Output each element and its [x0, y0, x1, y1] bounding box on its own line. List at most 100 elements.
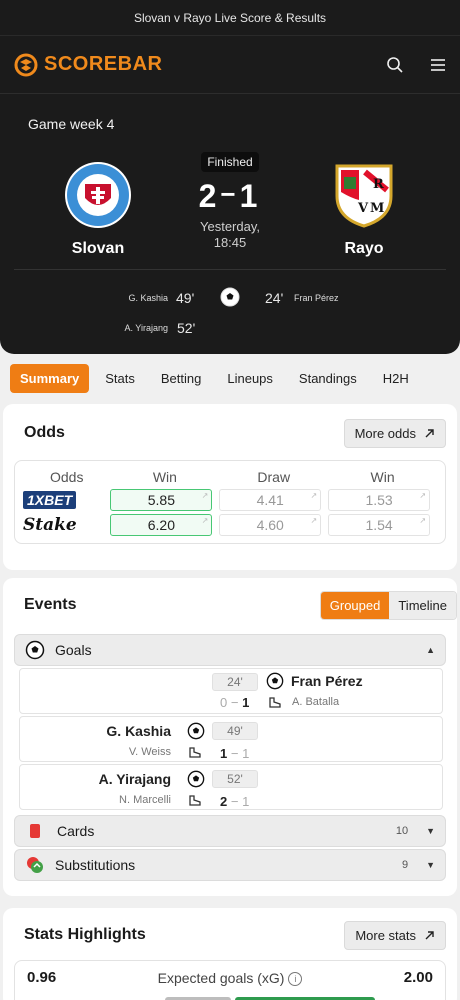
away-team[interactable]: R V M Rayo: [309, 160, 419, 258]
tab-standings[interactable]: Standings: [289, 364, 367, 393]
odds-header-draw: Draw: [257, 469, 291, 485]
score-display: 2−1: [170, 178, 290, 215]
event-minute: 52': [212, 770, 258, 788]
assist-player[interactable]: A. Batalla: [292, 696, 339, 708]
odds-header-bookmaker: Odds: [50, 469, 84, 485]
site-header: SCOREBAR: [0, 36, 460, 94]
external-link-icon: ↗: [310, 490, 318, 500]
assist-boot-icon: [189, 747, 201, 758]
chevron-down-icon: ▼: [426, 826, 435, 836]
home-scorer-1: G. Kashia: [128, 293, 168, 303]
odds-header-row: Odds Win Draw Win: [23, 467, 437, 487]
events-card: Events Grouped Timeline Goals ▲ 24' 0 − …: [3, 578, 457, 896]
substitution-icon: [27, 857, 43, 873]
external-link-icon: ↗: [201, 490, 209, 500]
kickoff-day: Yesterday,: [200, 219, 260, 234]
odds-cell[interactable]: 5.85 ↗: [110, 488, 213, 511]
external-link-icon: ↗: [419, 490, 427, 500]
bookmaker-1xbet[interactable]: 1XBET: [23, 490, 104, 509]
away-score: 1: [239, 178, 262, 214]
xg-stat-row: 0.96 Expected goals (xG) i 2.00: [14, 960, 446, 1000]
cards-count: 10: [395, 825, 409, 837]
odds-row: Stake 6.20 ↗ 4.60 ↗ 1.54 ↗: [23, 512, 437, 537]
goals-group-header[interactable]: Goals ▲: [14, 634, 446, 666]
event-score: 2 − 1: [220, 794, 249, 809]
tab-stats[interactable]: Stats: [95, 364, 145, 393]
more-stats-label: More stats: [355, 927, 416, 943]
odds-value: 4.41: [256, 491, 284, 508]
chevron-down-icon: ▼: [426, 860, 435, 870]
score-center: Finished 2−1 Yesterday, 18:45: [170, 152, 290, 251]
tab-summary[interactable]: Summary: [10, 363, 90, 393]
arrow-up-right-icon: [425, 930, 434, 939]
event-minute: 24': [212, 673, 258, 691]
tab-h2h[interactable]: H2H: [373, 364, 419, 393]
cards-group-header[interactable]: Cards 10 ▼: [14, 815, 446, 847]
odds-cell[interactable]: 1.53 ↗: [328, 488, 431, 511]
menu-icon[interactable]: [430, 58, 446, 72]
assist-boot-icon: [269, 697, 281, 708]
home-score: 2: [198, 178, 221, 214]
tab-lineups[interactable]: Lineups: [217, 364, 283, 393]
odds-cell[interactable]: 6.20 ↗: [110, 513, 213, 536]
events-view-toggle: Grouped Timeline: [319, 590, 457, 620]
goal-event-row: A. Yirajang 52' N. Marcelli 2 − 1: [19, 764, 443, 810]
assist-player[interactable]: V. Weiss: [129, 746, 171, 758]
goal-event-row: 24' 0 − 1 Fran Pérez A. Batalla: [19, 668, 443, 714]
odds-cell[interactable]: 1.54 ↗: [328, 513, 431, 536]
odds-value: 5.85: [147, 491, 175, 508]
odds-value: 4.60: [256, 516, 284, 533]
odds-cell[interactable]: 4.41 ↗: [219, 488, 322, 511]
assist-player[interactable]: N. Marcelli: [119, 794, 171, 806]
search-icon[interactable]: [386, 56, 404, 74]
stats-card: Stats Highlights More stats 0.96 Expecte…: [3, 908, 457, 1000]
home-team[interactable]: Slovan: [43, 160, 153, 258]
external-link-icon: ↗: [310, 515, 318, 525]
gameweek-label: Game week 4: [28, 116, 115, 132]
assist-boot-icon: [189, 795, 201, 806]
football-icon: [187, 722, 205, 740]
home-scorer-1-minute: 49': [176, 290, 195, 306]
football-icon: [220, 287, 240, 307]
odds-cell[interactable]: 4.60 ↗: [219, 513, 322, 536]
odds-header-home: Win: [152, 469, 177, 485]
goals-label: Goals: [55, 642, 92, 658]
event-score-away: 1: [242, 794, 250, 809]
goal-scorer[interactable]: Fran Pérez: [291, 673, 363, 689]
grouped-toggle[interactable]: Grouped: [320, 591, 390, 619]
info-icon[interactable]: i: [288, 972, 303, 986]
goal-scorer[interactable]: A. Yirajang: [99, 771, 171, 787]
rayo-crest-icon: R V M: [335, 164, 393, 228]
score-dash: −: [227, 794, 243, 809]
score-dash: −: [227, 695, 243, 710]
arrow-up-right-icon: [425, 428, 434, 437]
goal-scorer[interactable]: G. Kashia: [106, 723, 171, 739]
goal-event-row: G. Kashia 49' V. Weiss 1 − 1: [19, 716, 443, 762]
external-link-icon: ↗: [201, 515, 209, 525]
slovan-crest-icon: [65, 162, 131, 228]
substitutions-group-header[interactable]: Substitutions 9 ▼: [14, 849, 446, 881]
more-odds-label: More odds: [354, 425, 416, 441]
match-tabs: Summary Stats Betting Lineups Standings …: [0, 354, 460, 402]
svg-text:V: V: [357, 201, 369, 216]
score-dash: −: [220, 179, 240, 209]
odds-title: Odds: [24, 424, 65, 441]
more-odds-button[interactable]: More odds: [343, 418, 446, 448]
more-stats-button[interactable]: More stats: [344, 920, 446, 950]
tab-betting[interactable]: Betting: [151, 364, 211, 393]
stats-title: Stats Highlights: [24, 926, 146, 943]
score-dash: −: [227, 746, 243, 761]
odds-row: 1XBET 5.85 ↗ 4.41 ↗ 1.53 ↗: [23, 487, 437, 512]
timeline-toggle[interactable]: Timeline: [389, 591, 456, 619]
xg-label-text: Expected goals (xG): [157, 970, 285, 986]
bookmaker-stake[interactable]: Stake: [23, 515, 104, 535]
odds-value: 1.53: [365, 491, 393, 508]
event-score-away: 1: [242, 695, 250, 710]
home-scorer-2: A. Yirajang: [124, 323, 168, 333]
brand-logo[interactable]: SCOREBAR: [14, 53, 162, 77]
cards-label: Cards: [57, 823, 95, 839]
xg-away-value: 2.00: [403, 969, 433, 986]
home-team-name: Slovan: [71, 240, 125, 257]
event-score: 0 − 1: [220, 695, 249, 710]
event-score-away: 1: [242, 746, 250, 761]
